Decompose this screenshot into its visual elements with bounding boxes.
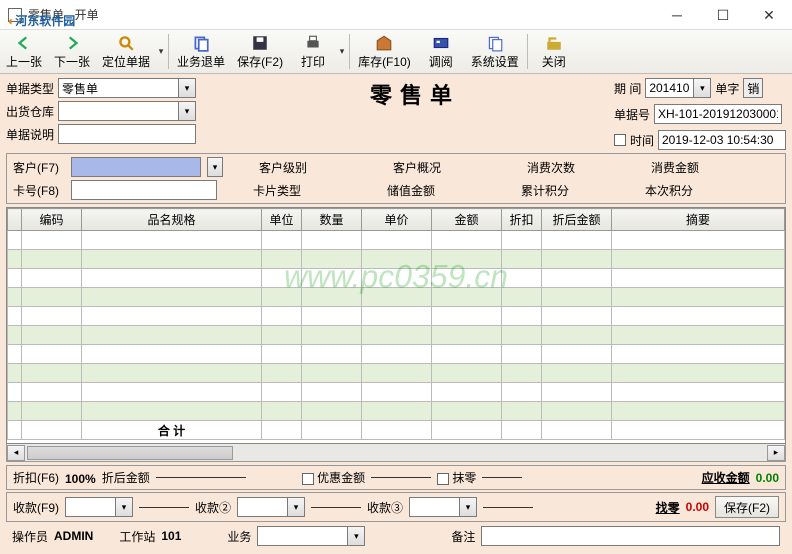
period-combo[interactable]: ▾ [645, 78, 711, 98]
col-remark[interactable]: 摘要 [612, 209, 785, 231]
discount-label: 折扣(F6) [13, 469, 59, 486]
customer-dropdown-icon[interactable]: ▾ [207, 157, 223, 177]
period-unit-input[interactable] [743, 78, 763, 98]
print-button[interactable]: 打印 [289, 30, 337, 73]
time-input[interactable] [658, 130, 786, 150]
col-after[interactable]: 折后金额 [542, 209, 612, 231]
doc-type-combo[interactable]: ▾ [58, 78, 196, 98]
minimize-button[interactable]: ─ [654, 0, 700, 30]
window-title: 零售单 - 开单 [28, 6, 99, 23]
settings-button[interactable]: 系统设置 [465, 30, 525, 73]
station-label: 工作站 [119, 528, 155, 545]
promo-checkbox[interactable] [302, 473, 314, 485]
remark-label: 备注 [451, 528, 475, 545]
close-toolbar-button[interactable]: 关闭 [530, 30, 578, 73]
table-row[interactable] [8, 269, 785, 288]
app-icon [8, 8, 22, 22]
save-footer-button[interactable]: 保存(F2) [715, 496, 779, 518]
col-amount[interactable]: 金额 [432, 209, 502, 231]
col-spec[interactable]: 品名规格 [82, 209, 262, 231]
deposit-label: 储值金额 [387, 182, 435, 199]
cust-count-label: 消费次数 [527, 159, 575, 176]
change-value: 0.00 [686, 500, 709, 514]
period-label: 期 间 [614, 80, 641, 97]
customer-select[interactable] [71, 157, 201, 177]
close-button[interactable]: ✕ [746, 0, 792, 30]
time-checkbox[interactable] [614, 134, 626, 146]
pay-label: 收款(F9) [13, 499, 59, 516]
next-button[interactable]: 下一张 [48, 30, 96, 73]
print-dropdown[interactable]: ▾ [337, 30, 347, 73]
scroll-left-icon[interactable]: ◂ [7, 445, 25, 461]
customer-panel: 客户(F7) ▾ 客户级别 客户概况 消费次数 消费金额 卡号(F8) 卡片类型… [6, 153, 786, 204]
maximize-button[interactable]: ☐ [700, 0, 746, 30]
col-unit[interactable]: 单位 [262, 209, 302, 231]
card-input[interactable] [71, 180, 217, 200]
cust-amount-label: 消费金额 [651, 159, 699, 176]
table-row[interactable] [8, 250, 785, 269]
biz-combo[interactable]: ▾ [257, 526, 365, 546]
station-value: 101 [161, 529, 181, 543]
col-code[interactable]: 编码 [22, 209, 82, 231]
card-label: 卡号(F8) [13, 182, 65, 199]
points-total-label: 累计积分 [521, 182, 569, 199]
title-bar: 零售单 - 开单 ─ ☐ ✕ [0, 0, 792, 30]
remark-input[interactable] [481, 526, 780, 546]
return-button[interactable]: 业务退单 [171, 30, 231, 73]
total-row: 合 计 [8, 421, 785, 440]
toolbar: 上一张 下一张 定位单据 ▾ 业务退单 保存(F2) 打印 ▾ 库存(F10) … [0, 30, 792, 74]
pay3-label: 收款③ [367, 499, 403, 516]
warehouse-combo[interactable]: ▾ [58, 101, 196, 121]
cust-profile-label: 客户概况 [393, 159, 441, 176]
cust-level-label: 客户级别 [259, 159, 307, 176]
col-qty[interactable]: 数量 [302, 209, 362, 231]
biz-label: 业务 [227, 528, 251, 545]
operator-label: 操作员 [12, 528, 48, 545]
col-disc[interactable]: 折扣 [502, 209, 542, 231]
table-row[interactable] [8, 231, 785, 250]
note-label: 单据说明 [6, 126, 54, 143]
horizontal-scrollbar[interactable]: ◂ ▸ [6, 444, 786, 462]
lookup-button[interactable]: 调阅 [417, 30, 465, 73]
points-this-label: 本次积分 [645, 182, 693, 199]
after-discount-label: 折后金额 [102, 469, 150, 486]
table-row[interactable] [8, 383, 785, 402]
locate-button[interactable]: 定位单据 [96, 30, 156, 73]
table-row[interactable] [8, 288, 785, 307]
operator-value: ADMIN [54, 529, 93, 543]
stock-button[interactable]: 库存(F10) [352, 30, 417, 73]
doc-no-input[interactable] [654, 104, 782, 124]
table-row[interactable] [8, 326, 785, 345]
table-row[interactable] [8, 364, 785, 383]
due-value: 0.00 [756, 471, 779, 485]
warehouse-label: 出货仓库 [6, 103, 54, 120]
customer-label: 客户(F7) [13, 159, 65, 176]
doc-type-label: 单据类型 [6, 80, 54, 97]
pay2-label: 收款② [195, 499, 231, 516]
card-type-label: 卡片类型 [253, 182, 301, 199]
prev-button[interactable]: 上一张 [0, 30, 48, 73]
doc-no-label: 单据号 [614, 106, 650, 123]
page-title: 零售单 [226, 78, 604, 153]
table-row[interactable] [8, 402, 785, 421]
pay2-combo[interactable]: ▾ [237, 497, 305, 517]
pay1-combo[interactable]: ▾ [65, 497, 133, 517]
change-label: 找零 [656, 499, 680, 516]
locate-dropdown[interactable]: ▾ [156, 30, 166, 73]
table-row[interactable] [8, 345, 785, 364]
scroll-right-icon[interactable]: ▸ [767, 445, 785, 461]
table-row[interactable] [8, 307, 785, 326]
items-grid[interactable]: 编码 品名规格 单位 数量 单价 金额 折扣 折后金额 摘要 合 计 [6, 207, 786, 444]
round-checkbox[interactable] [437, 473, 449, 485]
save-button[interactable]: 保存(F2) [231, 30, 289, 73]
col-price[interactable]: 单价 [362, 209, 432, 231]
scroll-thumb[interactable] [27, 446, 233, 460]
note-input[interactable] [58, 124, 196, 144]
period-unit-label: 单字 [715, 80, 739, 97]
pay3-combo[interactable]: ▾ [409, 497, 477, 517]
due-label: 应收金额 [702, 469, 750, 486]
time-label: 时间 [630, 132, 654, 149]
